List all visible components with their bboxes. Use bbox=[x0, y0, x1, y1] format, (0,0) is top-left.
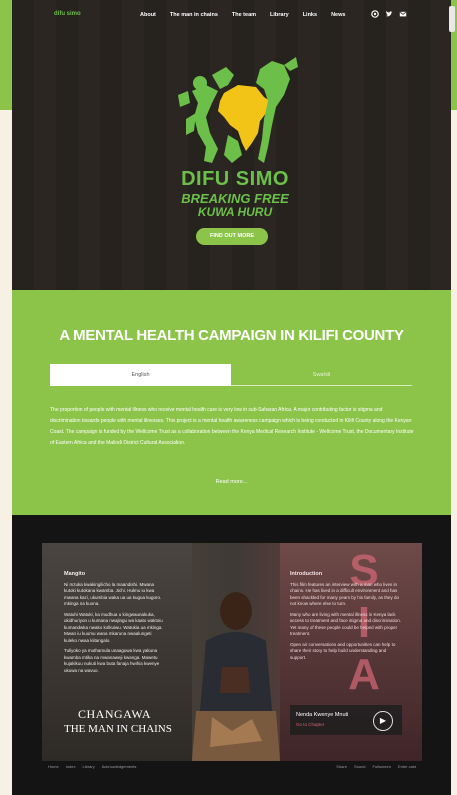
play-icon[interactable]: ▶ bbox=[373, 711, 393, 731]
left-panel-text: Tuliyoko ya muthamula unaaguwa kwa yakun… bbox=[64, 648, 160, 673]
video-nav-left: Home Index Library Acknowledgements bbox=[48, 764, 136, 769]
video-nav-right: Share Sound Fullscreen Enter cast bbox=[336, 764, 416, 769]
campaign-section: A MENTAL HEALTH CAMPAIGN IN KILIFI COUNT… bbox=[12, 290, 451, 515]
hero: difu simo About The man in chains The te… bbox=[12, 0, 451, 290]
film-title-english: THE MAN IN CHAINS bbox=[64, 723, 172, 735]
video-section: S I A Mangito Ni mzuka kwakingilicho la … bbox=[12, 515, 451, 795]
nav-item-team[interactable]: The team bbox=[232, 12, 256, 18]
brand-link[interactable]: difu simo bbox=[54, 11, 81, 17]
left-panel-title: Mangito bbox=[64, 571, 86, 577]
right-panel-title: Introduction bbox=[290, 571, 323, 577]
language-tabs: English Swahili bbox=[50, 364, 412, 386]
social-links bbox=[371, 10, 407, 18]
left-text-panel: Mangito Ni mzuka kwakingilicho la maandi… bbox=[64, 571, 164, 674]
video-sound-button[interactable]: Sound bbox=[354, 764, 366, 769]
logo-subtitle-swahili: KUWA HURU bbox=[197, 205, 273, 219]
read-more-link[interactable]: Read more... bbox=[12, 479, 451, 485]
circle-icon[interactable] bbox=[371, 10, 379, 18]
tab-swahili[interactable]: Swahili bbox=[231, 364, 412, 386]
right-panel-text: Many who are living with mental illness … bbox=[290, 611, 402, 637]
nav-item-man-in-chains[interactable]: The man in chains bbox=[170, 12, 218, 18]
video-player[interactable]: S I A Mangito Ni mzuka kwakingilicho la … bbox=[42, 543, 422, 761]
left-panel-text: Watuhi Watuki, ka mudhua u kingwaunakuka… bbox=[64, 611, 163, 643]
video-link-acknowledgements[interactable]: Acknowledgements bbox=[102, 764, 137, 769]
film-title-swahili: CHANGAWA bbox=[78, 707, 152, 721]
tab-english[interactable]: English bbox=[50, 364, 231, 386]
video-link-index[interactable]: Index bbox=[66, 764, 76, 769]
nav-item-news[interactable]: News bbox=[331, 12, 345, 18]
right-panel-text: This film features an interview with a m… bbox=[290, 581, 399, 607]
find-out-more-button[interactable]: FIND OUT MORE bbox=[196, 228, 268, 245]
video-share-button[interactable]: Share bbox=[336, 764, 347, 769]
nav-menu: About The man in chains The team Library… bbox=[140, 12, 345, 18]
top-nav: difu simo About The man in chains The te… bbox=[12, 0, 451, 32]
twitter-icon[interactable] bbox=[385, 10, 393, 18]
video-cast-button[interactable]: Enter cast bbox=[398, 764, 416, 769]
chapter-title: Nenda Kwenye Mnuti bbox=[296, 712, 349, 718]
nav-item-library[interactable]: Library bbox=[270, 12, 289, 18]
campaign-heading: A MENTAL HEALTH CAMPAIGN IN KILIFI COUNT… bbox=[59, 327, 404, 344]
logo-subtitle-english: BREAKING FREE bbox=[181, 191, 289, 206]
video-link-home[interactable]: Home bbox=[48, 764, 59, 769]
video-fullscreen-button[interactable]: Fullscreen bbox=[373, 764, 391, 769]
man-figure-icon bbox=[192, 592, 280, 761]
page: difu simo About The man in chains The te… bbox=[0, 0, 457, 795]
video-controls-bar: Home Index Library Acknowledgements Shar… bbox=[42, 760, 422, 772]
scrollbar[interactable] bbox=[449, 6, 455, 32]
left-panel-text: Ni mzuka kwakingilicho la maandishi. Mwa… bbox=[64, 581, 162, 607]
video-link-library[interactable]: Library bbox=[82, 764, 94, 769]
right-text-panel: Introduction This film features an inter… bbox=[290, 571, 402, 661]
chapter-subtitle: Go to Chapter bbox=[296, 722, 325, 727]
mail-icon[interactable] bbox=[399, 10, 407, 18]
site: difu simo About The man in chains The te… bbox=[12, 0, 451, 795]
right-panel-text: Open air conversations and opportunities… bbox=[290, 641, 396, 660]
campaign-description: The proportion of people with mental ill… bbox=[50, 407, 414, 446]
nav-item-about[interactable]: About bbox=[140, 12, 156, 18]
nav-item-links[interactable]: Links bbox=[303, 12, 317, 18]
logo-title: DIFU SIMO bbox=[181, 168, 289, 190]
